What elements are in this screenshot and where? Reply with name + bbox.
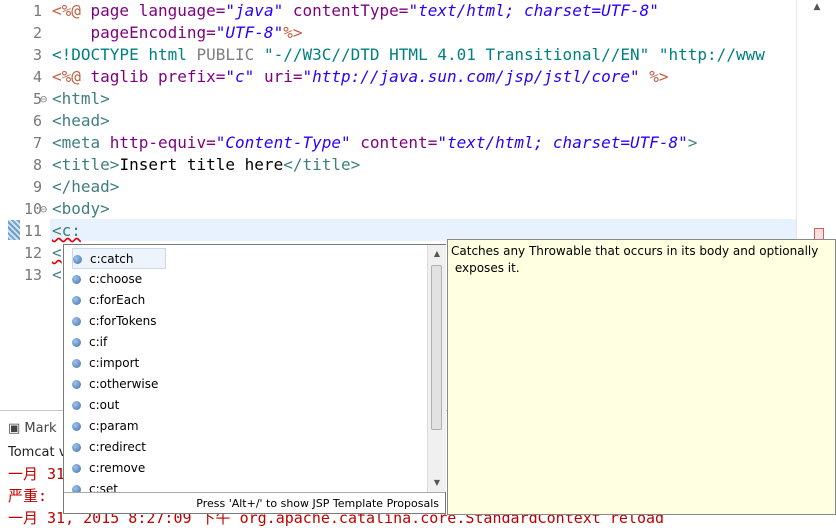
attr-name: contentType= bbox=[283, 1, 409, 20]
line-number: 9 bbox=[32, 178, 42, 196]
tag-text: Insert title here bbox=[119, 155, 284, 174]
attr-name: http-equiv= bbox=[109, 133, 216, 152]
line-number: 5 bbox=[32, 90, 42, 108]
tag-close: > bbox=[687, 133, 698, 152]
tag-proposal-icon bbox=[73, 255, 82, 264]
code-line-7[interactable]: <meta http-equiv="Content-Type" content=… bbox=[52, 132, 697, 154]
tag-proposal-icon bbox=[72, 359, 81, 368]
tag-proposal-icon bbox=[72, 317, 81, 326]
proposal-item[interactable]: c:import bbox=[72, 353, 139, 374]
console-line: 严重: bbox=[8, 487, 48, 505]
doctype-public: PUBLIC bbox=[196, 45, 264, 64]
fold-collapse-icon[interactable]: ⊖ bbox=[40, 88, 50, 110]
tag-proposal-icon bbox=[72, 338, 81, 347]
code-line-3[interactable]: <!DOCTYPE html PUBLIC "-//W3C//DTD HTML … bbox=[52, 44, 765, 66]
console-line: 一月 31 bbox=[8, 465, 66, 483]
content-assist-popup[interactable]: c:catch c:choose c:forEach c:forTokens c… bbox=[63, 244, 446, 514]
proposal-item[interactable]: c:if bbox=[72, 332, 107, 353]
code-line-9[interactable]: </head> bbox=[52, 176, 119, 198]
overview-ruler-left bbox=[0, 0, 8, 410]
scroll-up-icon[interactable]: ▲ bbox=[797, 0, 836, 14]
proposal-item[interactable]: c:otherwise bbox=[72, 374, 158, 395]
attr-value: "http://java.sun.com/jsp/jstl/core" bbox=[302, 67, 640, 86]
tag-proposal-icon bbox=[72, 401, 81, 410]
code-line-5[interactable]: <html> bbox=[52, 88, 110, 110]
line-number: 3 bbox=[32, 46, 42, 64]
proposal-item[interactable]: c:param bbox=[72, 416, 139, 437]
proposal-status-text: Press 'Alt+/' to show JSP Template Propo… bbox=[64, 492, 445, 513]
code-line-12[interactable]: < bbox=[52, 242, 62, 264]
directive-keyword: page bbox=[90, 1, 139, 20]
scroll-up-icon[interactable]: ▲ bbox=[431, 249, 443, 258]
proposal-item[interactable]: c:redirect bbox=[72, 437, 146, 458]
proposal-item[interactable]: c:set bbox=[72, 479, 118, 492]
proposal-item[interactable]: c:remove bbox=[72, 458, 145, 479]
code-line-13[interactable]: < bbox=[52, 264, 62, 286]
attr-name: language= bbox=[138, 1, 226, 20]
code-line-11[interactable]: <c: bbox=[52, 220, 81, 242]
attr-name: content= bbox=[350, 133, 438, 152]
code-line-8[interactable]: <title>Insert title here</title> bbox=[52, 154, 360, 176]
attr-name: pageEncoding= bbox=[52, 23, 216, 42]
doctype-string: "-//W3C//DTD HTML 4.01 Transitional//EN" bbox=[263, 45, 650, 64]
current-line-highlight bbox=[50, 219, 796, 241]
line-number: 6 bbox=[32, 112, 42, 130]
code-line-4[interactable]: <%@ taglib prefix="c" uri="http://java.s… bbox=[52, 66, 669, 88]
tag-proposal-icon bbox=[72, 464, 81, 473]
line-number: 11 bbox=[23, 222, 42, 240]
code-line-1[interactable]: <%@ page language="java" contentType="te… bbox=[52, 0, 659, 22]
attr-value: "c" bbox=[225, 67, 255, 86]
tag-proposal-icon bbox=[72, 422, 81, 431]
code-line-6[interactable]: <head> bbox=[52, 110, 110, 132]
line-number: 2 bbox=[32, 24, 42, 42]
proposal-scrollbar[interactable]: ▲ ▼ bbox=[427, 245, 446, 492]
line-number: 13 bbox=[23, 266, 42, 284]
proposal-list[interactable]: c:catch c:choose c:forEach c:forTokens c… bbox=[64, 245, 426, 492]
directive-keyword: taglib bbox=[90, 67, 158, 86]
attr-name: uri= bbox=[254, 67, 303, 86]
proposal-info-popup: Catches any Throwable that occurs in its… bbox=[447, 239, 836, 515]
tag-proposal-icon bbox=[72, 443, 81, 452]
markers-tab[interactable]: ▣ Mark bbox=[8, 421, 56, 436]
proposal-item[interactable]: c:catch bbox=[72, 248, 166, 269]
attr-value: "UTF-8" bbox=[215, 23, 284, 42]
proposal-item[interactable]: c:out bbox=[72, 395, 119, 416]
line-number: 4 bbox=[32, 68, 42, 86]
attr-value: "text/html; charset=UTF-8" bbox=[408, 1, 659, 20]
scroll-thumb[interactable] bbox=[431, 265, 442, 430]
tag-proposal-icon bbox=[72, 380, 81, 389]
tag-proposal-icon bbox=[72, 485, 81, 492]
doctype-open: <!DOCTYPE html bbox=[52, 45, 197, 64]
jsp-directive-close: %> bbox=[283, 23, 303, 42]
jsp-directive-open: <%@ bbox=[52, 67, 91, 86]
console-server-label: Tomcat v bbox=[8, 445, 67, 460]
proposal-item[interactable]: c:forTokens bbox=[72, 311, 157, 332]
code-line-2[interactable]: pageEncoding="UTF-8"%> bbox=[52, 22, 303, 44]
tag-close: </title> bbox=[283, 155, 361, 174]
line-number: 12 bbox=[23, 244, 42, 262]
jsp-directive-open: <%@ bbox=[52, 1, 91, 20]
attr-value: "java" bbox=[225, 1, 284, 20]
attr-value: "Content-Type" bbox=[215, 133, 351, 152]
tag-open: <title> bbox=[52, 155, 120, 174]
scroll-down-icon[interactable]: ▼ bbox=[431, 478, 443, 487]
markers-icon: ▣ bbox=[8, 421, 25, 436]
fold-collapse-icon[interactable]: ⊖ bbox=[40, 198, 50, 220]
tag-proposal-icon bbox=[72, 275, 81, 284]
attr-name: prefix= bbox=[157, 67, 226, 86]
line-number: 10 bbox=[23, 200, 42, 218]
tag-proposal-icon bbox=[72, 296, 81, 305]
line-number: 1 bbox=[32, 2, 42, 20]
tag-open: <meta bbox=[52, 133, 110, 152]
proposal-item[interactable]: c:choose bbox=[72, 269, 142, 290]
attr-value: "text/html; charset=UTF-8" bbox=[437, 133, 688, 152]
code-line-10[interactable]: <body> bbox=[52, 198, 110, 220]
jsp-directive-close: %> bbox=[639, 67, 669, 86]
proposal-item[interactable]: c:forEach bbox=[72, 290, 145, 311]
line-number: 8 bbox=[32, 156, 42, 174]
doctype-string: "http://www bbox=[649, 45, 765, 64]
line-number: 7 bbox=[32, 134, 42, 152]
